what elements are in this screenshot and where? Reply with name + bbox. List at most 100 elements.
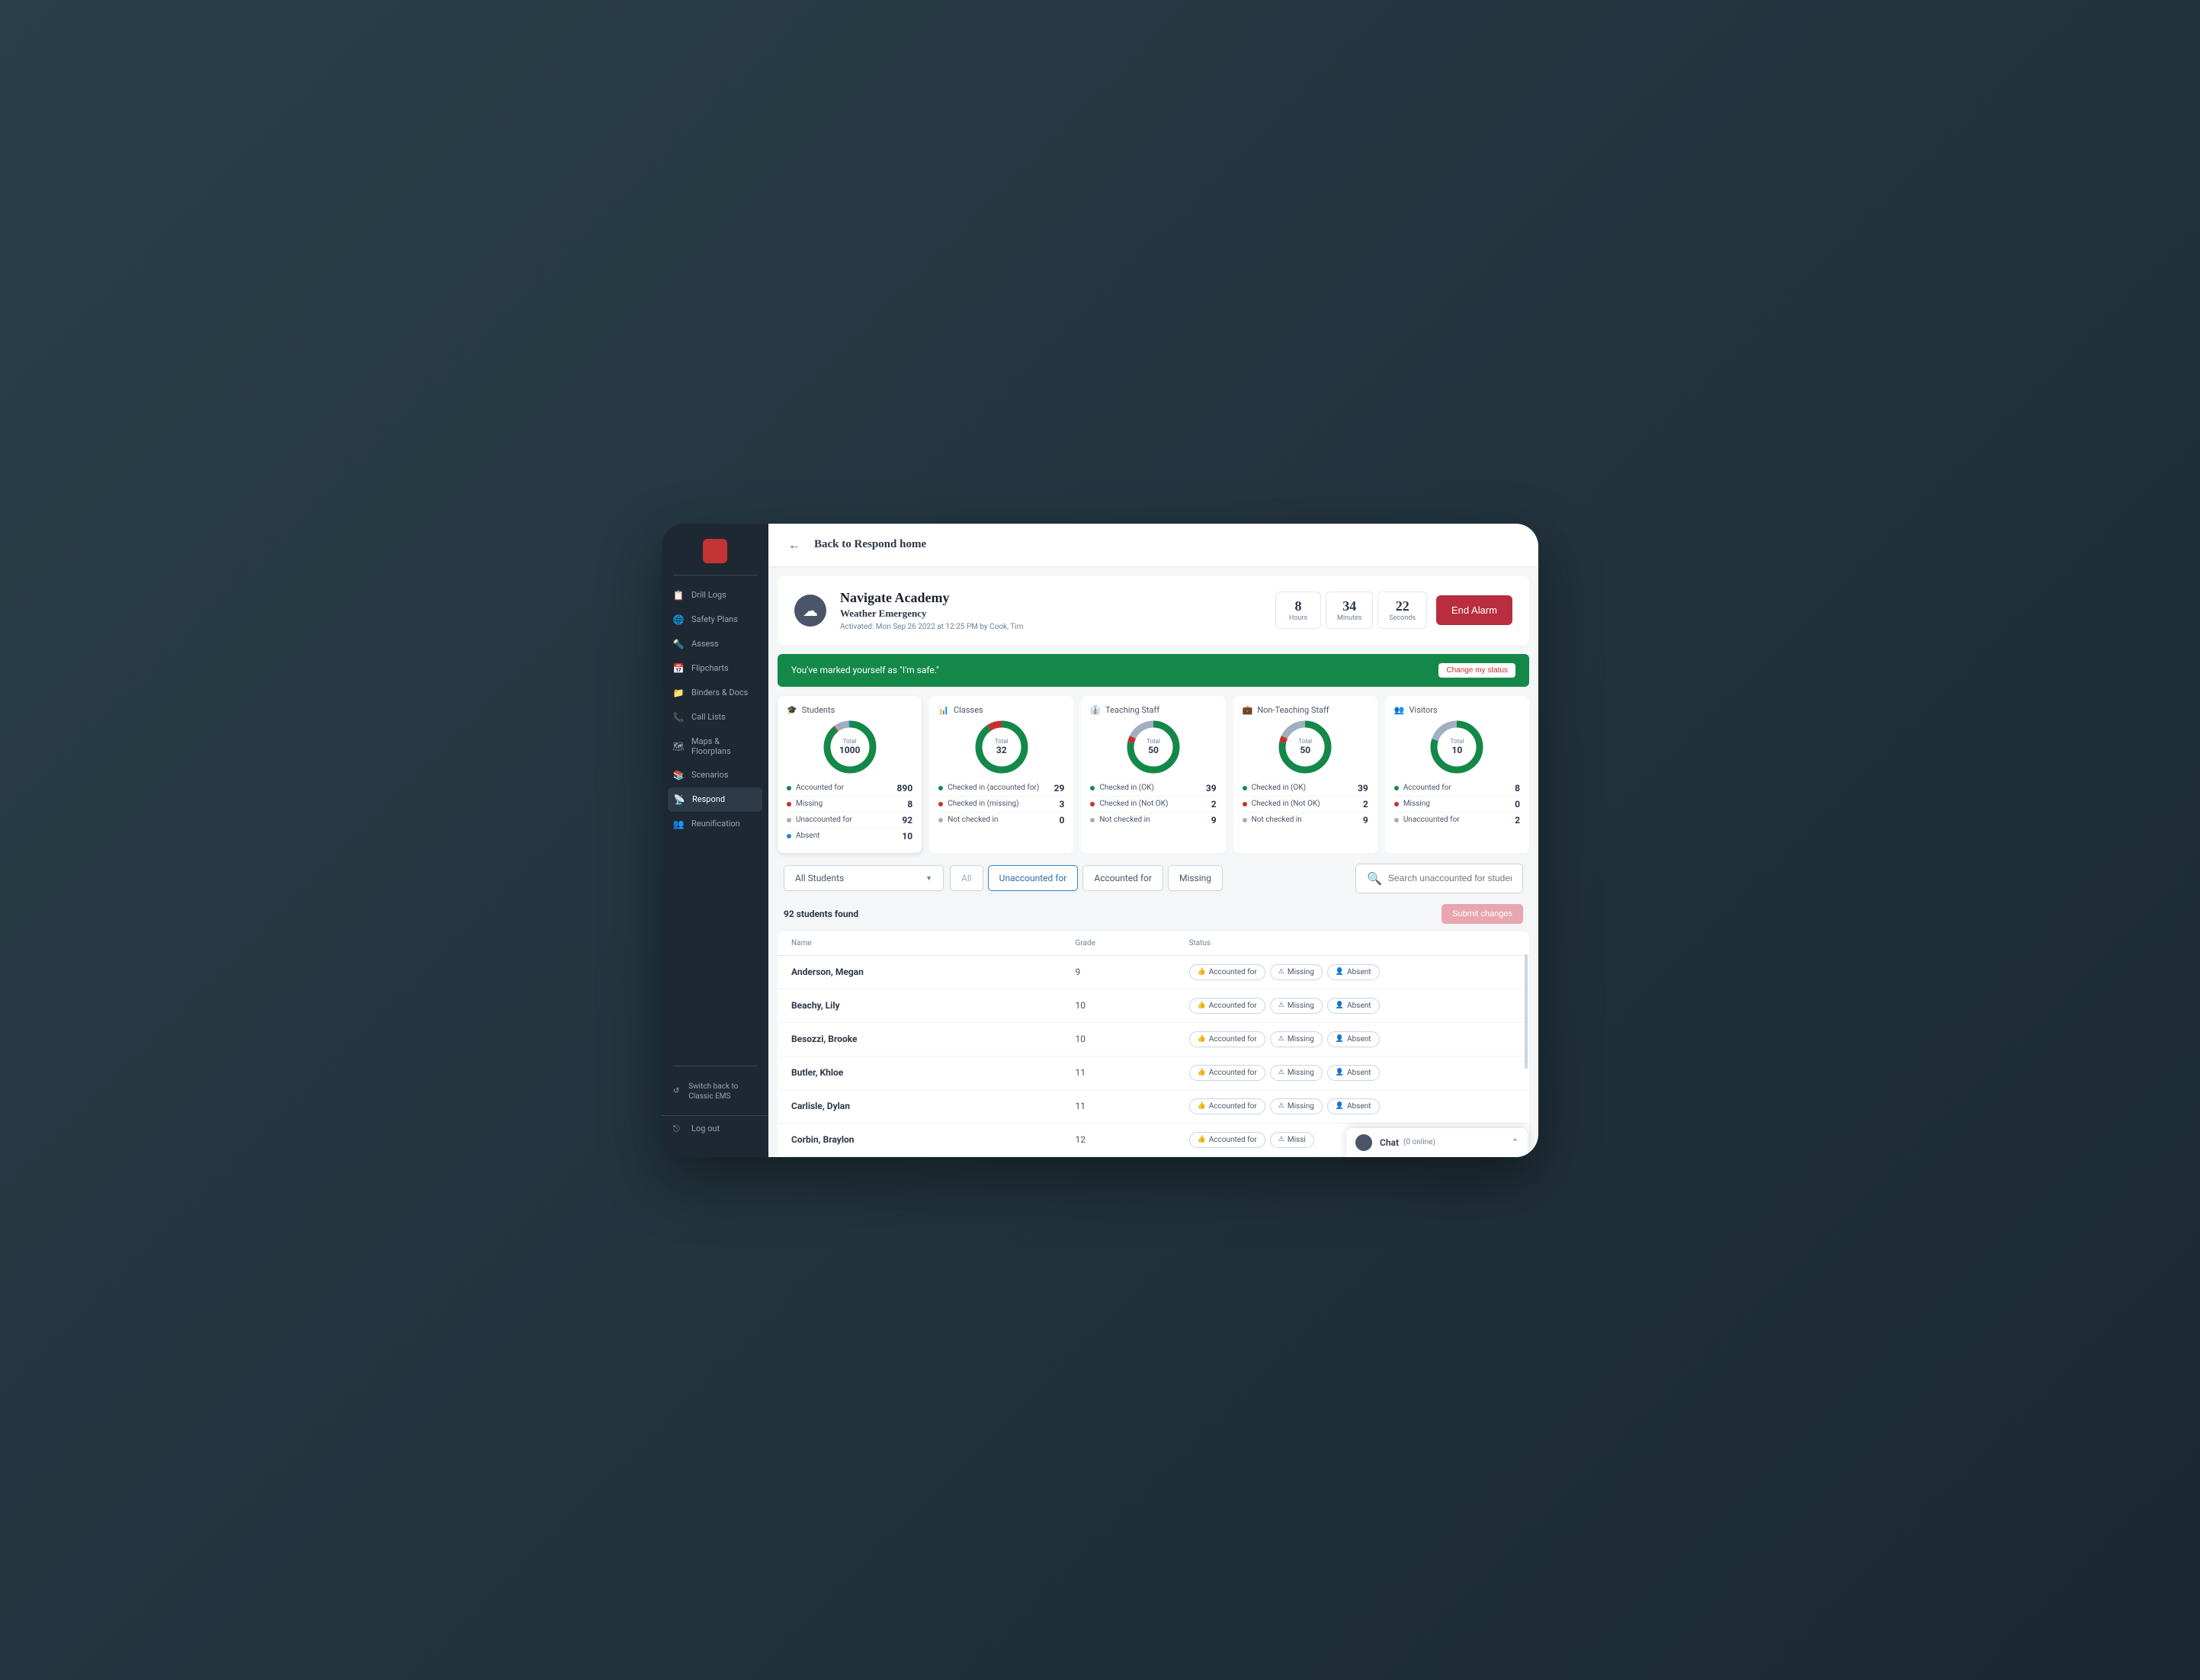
filter-tab-missing[interactable]: Missing xyxy=(1168,865,1223,891)
logout-link[interactable]: ⎋ Log out xyxy=(662,1115,768,1142)
table-row: Carlisle, Dylan 11 👍Accounted for ⚠Missi… xyxy=(778,1090,1529,1124)
missing-button[interactable]: ⚠Missing xyxy=(1270,998,1323,1014)
nav-icon: 📚 xyxy=(673,770,684,781)
stat-label: Missing xyxy=(796,800,907,808)
sidebar-item-flipcharts[interactable]: 📅Flipcharts xyxy=(662,656,768,681)
accounted-button[interactable]: 👍Accounted for xyxy=(1189,1132,1265,1148)
student-grade: 12 xyxy=(1076,1134,1189,1145)
stat-value: 29 xyxy=(1054,783,1065,794)
status-dot-icon xyxy=(1394,786,1399,790)
search-box[interactable]: 🔍 xyxy=(1355,864,1523,893)
student-filter-select[interactable]: All Students ▼ xyxy=(784,865,944,891)
change-status-button[interactable]: Change my status xyxy=(1438,663,1515,678)
student-name: Anderson, Megan xyxy=(791,967,1076,977)
accounted-button[interactable]: 👍Accounted for xyxy=(1189,1065,1265,1081)
stat-card-teaching-staff[interactable]: 👔Teaching Staff Total50 Checked in (OK)3… xyxy=(1081,696,1225,853)
sidebar-item-respond[interactable]: 📡Respond xyxy=(668,787,762,812)
status-dot-icon xyxy=(1394,802,1399,806)
stat-card-students[interactable]: 🎓Students Total1000 Accounted for890Miss… xyxy=(778,696,922,853)
stat-icon: 💼 xyxy=(1243,705,1253,715)
back-arrow-icon[interactable]: ← xyxy=(787,537,802,553)
switch-classic-link[interactable]: ↺ Switch back to Classic EMS xyxy=(662,1074,768,1109)
stat-line: Checked in (OK)39 xyxy=(1090,781,1216,797)
accounted-button[interactable]: 👍Accounted for xyxy=(1189,998,1265,1014)
stat-label: Checked in (OK) xyxy=(1099,784,1205,792)
nav-icon: 📅 xyxy=(673,663,684,674)
stat-line: Checked in (missing)3 xyxy=(938,797,1064,813)
donut-chart: Total10 xyxy=(1429,720,1484,774)
warning-icon: ⚠ xyxy=(1278,1102,1284,1110)
nav-icon: 🌐 xyxy=(673,614,684,625)
chat-widget[interactable]: Chat (0 online) ⌃ xyxy=(1346,1128,1528,1157)
stat-card-non-teaching-staff[interactable]: 💼Non-Teaching Staff Total50 Checked in (… xyxy=(1233,696,1377,853)
stat-value: 2 xyxy=(1211,799,1217,810)
weather-icon: ☁ xyxy=(794,595,826,627)
missing-button[interactable]: ⚠Missi xyxy=(1270,1132,1314,1148)
stat-label: Not checked in xyxy=(1099,816,1211,824)
donut-total-label: Total xyxy=(1450,738,1464,745)
col-header-name: Name xyxy=(791,939,1076,947)
nav-icon: 📡 xyxy=(674,794,685,805)
absent-button[interactable]: 👤Absent xyxy=(1327,964,1380,980)
missing-button[interactable]: ⚠Missing xyxy=(1270,964,1323,980)
stat-card-visitors[interactable]: 👥Visitors Total10 Accounted for8Missing0… xyxy=(1385,696,1529,853)
stat-line: Checked in (OK)39 xyxy=(1243,781,1368,797)
donut-chart: Total1000 xyxy=(823,720,877,774)
sidebar-item-reunification[interactable]: 👥Reunification xyxy=(662,812,768,836)
user-icon: 👤 xyxy=(1336,1035,1344,1043)
accounted-button[interactable]: 👍Accounted for xyxy=(1189,1098,1265,1114)
stat-value: 8 xyxy=(1515,783,1520,794)
sidebar-item-binders-docs[interactable]: 📁Binders & Docs xyxy=(662,681,768,705)
scrollbar[interactable] xyxy=(1525,954,1528,1069)
filter-tab-accounted-for[interactable]: Accounted for xyxy=(1082,865,1163,891)
absent-button[interactable]: 👤Absent xyxy=(1327,1031,1380,1047)
table-row: Besozzi, Brooke 10 👍Accounted for ⚠Missi… xyxy=(778,1023,1529,1056)
students-table: Name Grade Status Anderson, Megan 9 👍Acc… xyxy=(778,931,1529,1157)
stat-value: 0 xyxy=(1515,799,1520,810)
table-row: Anderson, Megan 9 👍Accounted for ⚠Missin… xyxy=(778,956,1529,989)
nav-label: Scenarios xyxy=(691,770,729,780)
nav-label: Drill Logs xyxy=(691,590,726,600)
missing-button[interactable]: ⚠Missing xyxy=(1270,1098,1323,1114)
student-grade: 9 xyxy=(1076,967,1189,977)
end-alarm-button[interactable]: End Alarm xyxy=(1436,595,1512,625)
status-dot-icon xyxy=(1243,786,1247,790)
timer-hours: 8Hours xyxy=(1275,592,1321,629)
absent-button[interactable]: 👤Absent xyxy=(1327,998,1380,1014)
thumbs-up-icon: 👍 xyxy=(1198,1002,1206,1009)
search-input[interactable] xyxy=(1388,873,1512,883)
stat-line: Not checked in0 xyxy=(938,813,1064,828)
submit-changes-button[interactable]: Submit changes xyxy=(1442,904,1523,924)
sidebar-item-drill-logs[interactable]: 📋Drill Logs xyxy=(662,583,768,608)
status-dot-icon xyxy=(1243,802,1247,806)
stat-label: Accounted for xyxy=(796,784,897,792)
absent-button[interactable]: 👤Absent xyxy=(1327,1065,1380,1081)
nav-icon: 🗺 xyxy=(673,741,684,752)
stat-value: 0 xyxy=(1060,815,1065,826)
donut-chart: Total32 xyxy=(974,720,1029,774)
missing-button[interactable]: ⚠Missing xyxy=(1270,1065,1323,1081)
absent-button[interactable]: 👤Absent xyxy=(1327,1098,1380,1114)
timer-minutes: 34Minutes xyxy=(1326,592,1373,629)
sidebar: 📋Drill Logs🌐Safety Plans🔦Assess📅Flipchar… xyxy=(662,524,768,1157)
user-icon: 👤 xyxy=(1336,1102,1344,1110)
sidebar-item-maps-floorplans[interactable]: 🗺Maps & Floorplans xyxy=(662,729,768,763)
stat-title: Visitors xyxy=(1409,705,1438,715)
back-label[interactable]: Back to Respond home xyxy=(814,538,926,551)
missing-button[interactable]: ⚠Missing xyxy=(1270,1031,1323,1047)
sidebar-item-scenarios[interactable]: 📚 Scenarios xyxy=(662,763,768,787)
accounted-button[interactable]: 👍Accounted for xyxy=(1189,1031,1265,1047)
sidebar-item-call-lists[interactable]: 📞Call Lists xyxy=(662,705,768,729)
stat-value: 9 xyxy=(1363,815,1368,826)
switch-label: Switch back to Classic EMS xyxy=(688,1082,757,1101)
stat-icon: 👥 xyxy=(1394,705,1405,715)
thumbs-up-icon: 👍 xyxy=(1198,1136,1206,1143)
filter-tab-all[interactable]: All xyxy=(950,865,983,891)
stat-line: Missing8 xyxy=(787,797,912,813)
accounted-button[interactable]: 👍Accounted for xyxy=(1189,964,1265,980)
sidebar-item-safety-plans[interactable]: 🌐Safety Plans xyxy=(662,608,768,632)
sidebar-item-assess[interactable]: 🔦Assess xyxy=(662,632,768,656)
filter-tab-unaccounted-for[interactable]: Unaccounted for xyxy=(988,865,1079,891)
stat-card-classes[interactable]: 📊Classes Total32 Checked in (accounted f… xyxy=(929,696,1073,853)
stat-title: Teaching Staff xyxy=(1105,705,1159,715)
